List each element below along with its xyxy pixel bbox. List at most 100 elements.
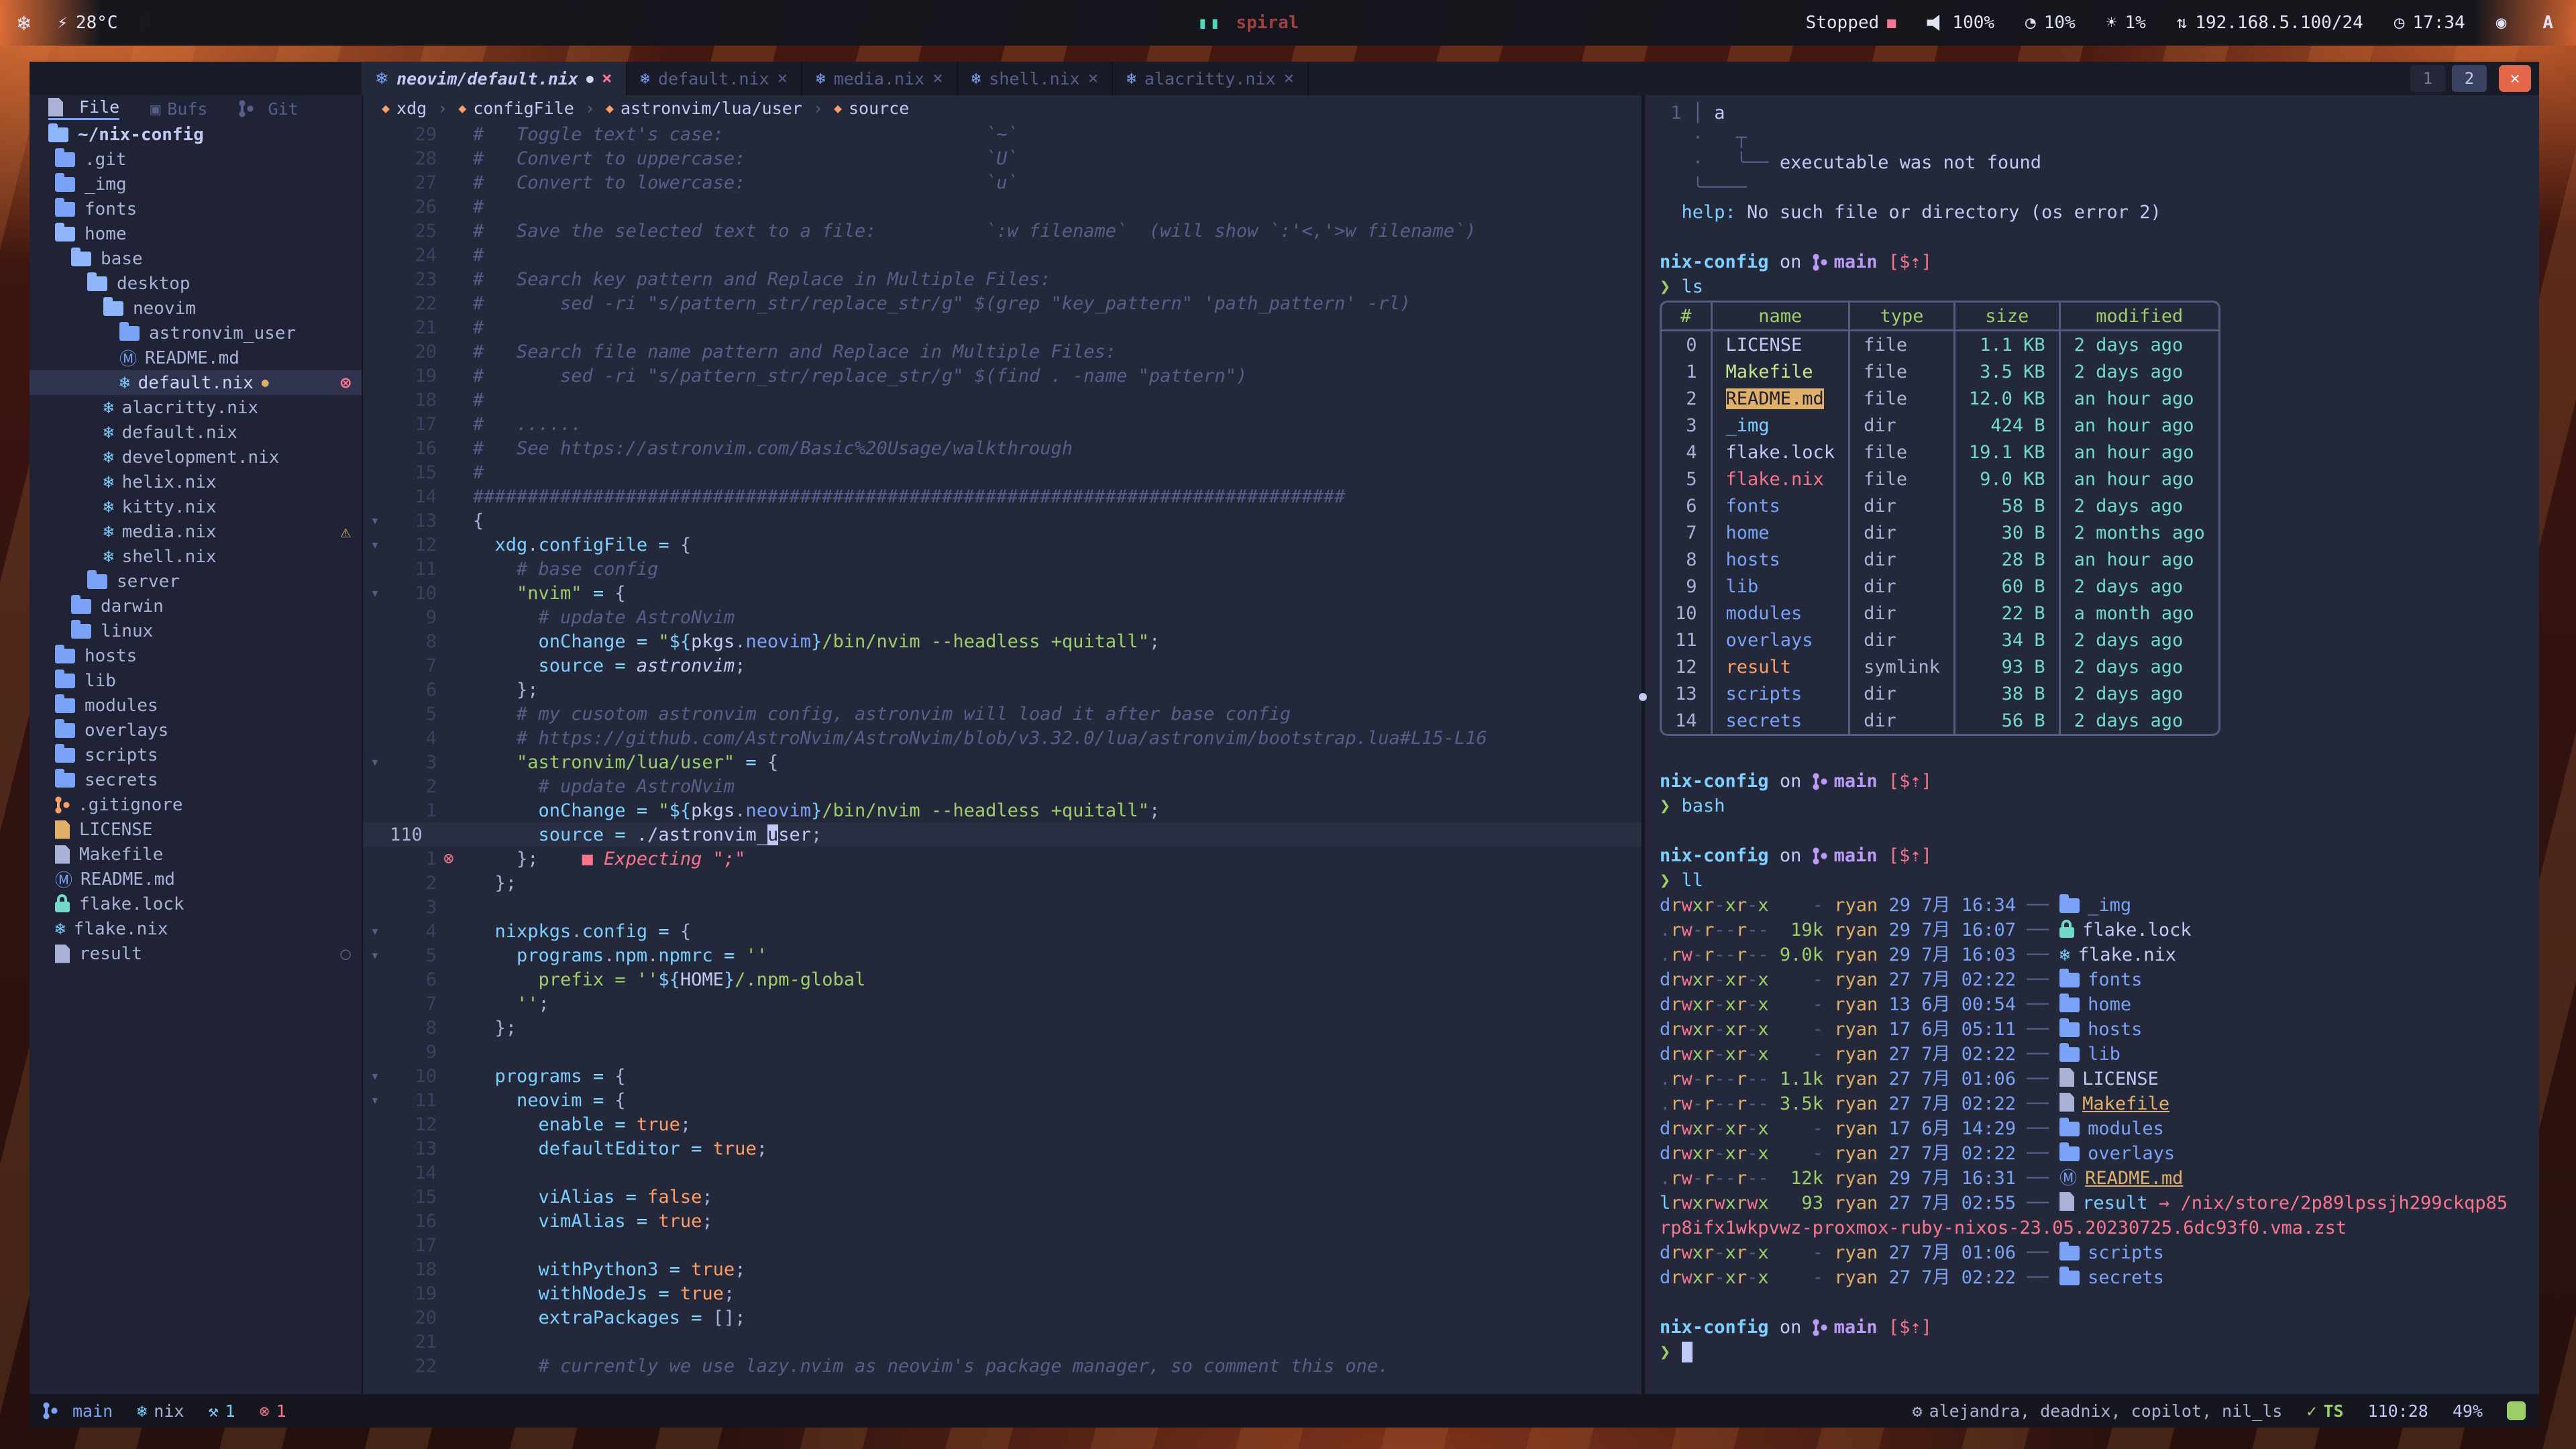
code-line[interactable]: 13 defaultEditor = true;: [363, 1136, 1642, 1161]
breadcrumb-item[interactable]: ◆configFile: [458, 99, 574, 118]
tree-item[interactable]: home: [30, 221, 362, 246]
code-line[interactable]: 17: [363, 1233, 1642, 1257]
code-line[interactable]: 3: [363, 895, 1642, 919]
breadcrumb-item[interactable]: ◆source: [834, 99, 909, 118]
code-line[interactable]: 22 # sed -ri "s/pattern_str/replace_str/…: [363, 291, 1642, 315]
volume-indicator[interactable]: 100%: [1927, 13, 1994, 33]
code-line[interactable]: 21 #: [363, 315, 1642, 339]
code-line[interactable]: ▾11 neovim = {: [363, 1088, 1642, 1112]
code-line[interactable]: 4 # https://github.com/AstroNvim/AstroNv…: [363, 726, 1642, 750]
buffer-tab[interactable]: ❄alacritty.nix×: [1113, 62, 1309, 95]
tabpage-2[interactable]: 2: [2452, 65, 2487, 92]
code-line[interactable]: 9: [363, 1040, 1642, 1064]
code-line[interactable]: 23 # Search key pattern and Replace in M…: [363, 267, 1642, 291]
code-line[interactable]: 21: [363, 1330, 1642, 1354]
fold-indicator[interactable]: ▾: [363, 585, 387, 602]
code-line[interactable]: 11 # base config: [363, 557, 1642, 581]
code-line[interactable]: 24 #: [363, 243, 1642, 267]
tree-item[interactable]: darwin: [30, 594, 362, 619]
code-line[interactable]: 9 # update AstroNvim: [363, 605, 1642, 629]
fold-indicator[interactable]: ▾: [363, 947, 387, 964]
tabpage-1[interactable]: 1: [2410, 65, 2445, 92]
close-tab-icon[interactable]: ×: [1088, 68, 1099, 89]
code-line[interactable]: 12 enable = true;: [363, 1112, 1642, 1136]
code-line[interactable]: 22 # currently we use lazy.nvim as neovi…: [363, 1354, 1642, 1378]
tree-item[interactable]: desktop: [30, 271, 362, 296]
network-indicator[interactable]: ⇅ 192.168.5.100/24: [2177, 13, 2363, 33]
tabline-close-button[interactable]: ×: [2499, 65, 2531, 92]
fold-indicator[interactable]: ▾: [363, 1092, 387, 1109]
explorer-tab-file[interactable]: File: [48, 97, 119, 120]
close-tab-icon[interactable]: ×: [777, 68, 788, 89]
tree-item[interactable]: ❄flake.nix: [30, 916, 362, 941]
close-tab-icon[interactable]: ×: [1284, 68, 1295, 89]
code-line[interactable]: 1 onChange = "${pkgs.neovim}/bin/nvim --…: [363, 798, 1642, 822]
code-line[interactable]: 14 #####################################…: [363, 484, 1642, 508]
code-line[interactable]: 29 # Toggle text's case: `~`: [363, 122, 1642, 146]
code-line[interactable]: 19 # sed -ri "s/pattern_str/replace_str/…: [363, 364, 1642, 388]
code-line[interactable]: 7 '';: [363, 991, 1642, 1016]
tree-item[interactable]: ❄alacritty.nix: [30, 395, 362, 420]
code-line[interactable]: 2 # update AstroNvim: [363, 774, 1642, 798]
code-line[interactable]: 6 };: [363, 678, 1642, 702]
code-line[interactable]: 8 };: [363, 1016, 1642, 1040]
pause-icon[interactable]: ▮▮: [1198, 13, 1223, 32]
code-line[interactable]: 19 withNodeJs = true;: [363, 1281, 1642, 1305]
code-line[interactable]: 20 extraPackages = [];: [363, 1305, 1642, 1330]
explorer-tab-git[interactable]: Git: [239, 99, 299, 119]
tree-item[interactable]: ❄default.nix: [30, 420, 362, 445]
tree-item[interactable]: overlays: [30, 718, 362, 743]
brightness-indicator[interactable]: ☀ 1%: [2106, 13, 2146, 33]
fold-indicator[interactable]: ▾: [363, 513, 387, 529]
tree-item[interactable]: astronvim_user: [30, 321, 362, 345]
code-line[interactable]: ▾10 programs = {: [363, 1064, 1642, 1088]
tree-item[interactable]: ❄media.nix⚠: [30, 519, 362, 544]
code-line[interactable]: ▾10 "nvim" = {: [363, 581, 1642, 605]
code-line[interactable]: 5 # my cusotom astronvim config, astronv…: [363, 702, 1642, 726]
code-line[interactable]: 16 # See https://astronvim.com/Basic%20U…: [363, 436, 1642, 460]
tree-item[interactable]: LICENSE: [30, 817, 362, 842]
tree-item[interactable]: ❄kitty.nix: [30, 494, 362, 519]
code-line[interactable]: 2 };: [363, 871, 1642, 895]
tree-item[interactable]: modules: [30, 693, 362, 718]
tree-item[interactable]: fonts: [30, 197, 362, 221]
tree-item[interactable]: lib: [30, 668, 362, 693]
breadcrumb-item[interactable]: ◆xdg: [382, 99, 427, 118]
keyboard-layout-indicator[interactable]: A: [2537, 13, 2559, 33]
code-line[interactable]: ▾12 xdg.configFile = {: [363, 533, 1642, 557]
fold-indicator[interactable]: ▾: [363, 1068, 387, 1085]
code-line[interactable]: 1⊗ }; ■ Expecting ";": [363, 847, 1642, 871]
terminal-pane[interactable]: 1 │ a · ┬ · ╰── executable was not found…: [1645, 95, 2539, 1394]
code-line[interactable]: ▾3 "astronvim/lua/user" = {: [363, 750, 1642, 774]
code-line[interactable]: 18 withPython3 = true;: [363, 1257, 1642, 1281]
code-line[interactable]: 7 source = astronvim;: [363, 653, 1642, 678]
code-line[interactable]: 6 prefix = ''${HOME}/.npm-global: [363, 967, 1642, 991]
code-line[interactable]: 26 #: [363, 195, 1642, 219]
close-tab-icon[interactable]: ×: [932, 68, 943, 89]
tree-item[interactable]: ❄default.nix●⊗: [30, 370, 362, 395]
code-line[interactable]: 16 vimAlias = true;: [363, 1209, 1642, 1233]
explorer-root[interactable]: ~/nix-config: [30, 122, 362, 147]
tree-item[interactable]: secrets: [30, 767, 362, 792]
fold-indicator[interactable]: ▾: [363, 923, 387, 940]
tree-item[interactable]: _img: [30, 172, 362, 197]
code-line[interactable]: 25 # Save the selected text to a file: `…: [363, 219, 1642, 243]
code-line[interactable]: 27 # Convert to lowercase: `u`: [363, 170, 1642, 195]
tree-item[interactable]: hosts: [30, 643, 362, 668]
code-line[interactable]: ▾4 nixpkgs.config = {: [363, 919, 1642, 943]
code-line[interactable]: 14: [363, 1161, 1642, 1185]
buffer-tab[interactable]: ❄neovim/default.nix●×: [362, 62, 627, 95]
diagnostic-errors[interactable]: ⊗ 1: [260, 1401, 286, 1421]
tree-item[interactable]: ❄development.nix: [30, 445, 362, 470]
tree-item[interactable]: neovim: [30, 296, 362, 321]
close-tab-icon[interactable]: ×: [602, 68, 612, 89]
fold-indicator[interactable]: ▾: [363, 537, 387, 553]
tree-item[interactable]: flake.lock: [30, 892, 362, 916]
breadcrumb-item[interactable]: ◆astronvim/lua/user: [606, 99, 802, 118]
tree-item[interactable]: linux: [30, 619, 362, 643]
tree-item[interactable]: Makefile: [30, 842, 362, 867]
code-line[interactable]: 110 source = ./astronvim_user;: [363, 822, 1642, 847]
code-line[interactable]: ▾5 programs.npm.npmrc = '': [363, 943, 1642, 967]
git-branch-status[interactable]: main: [43, 1401, 113, 1421]
window-divider[interactable]: [1642, 95, 1645, 1394]
